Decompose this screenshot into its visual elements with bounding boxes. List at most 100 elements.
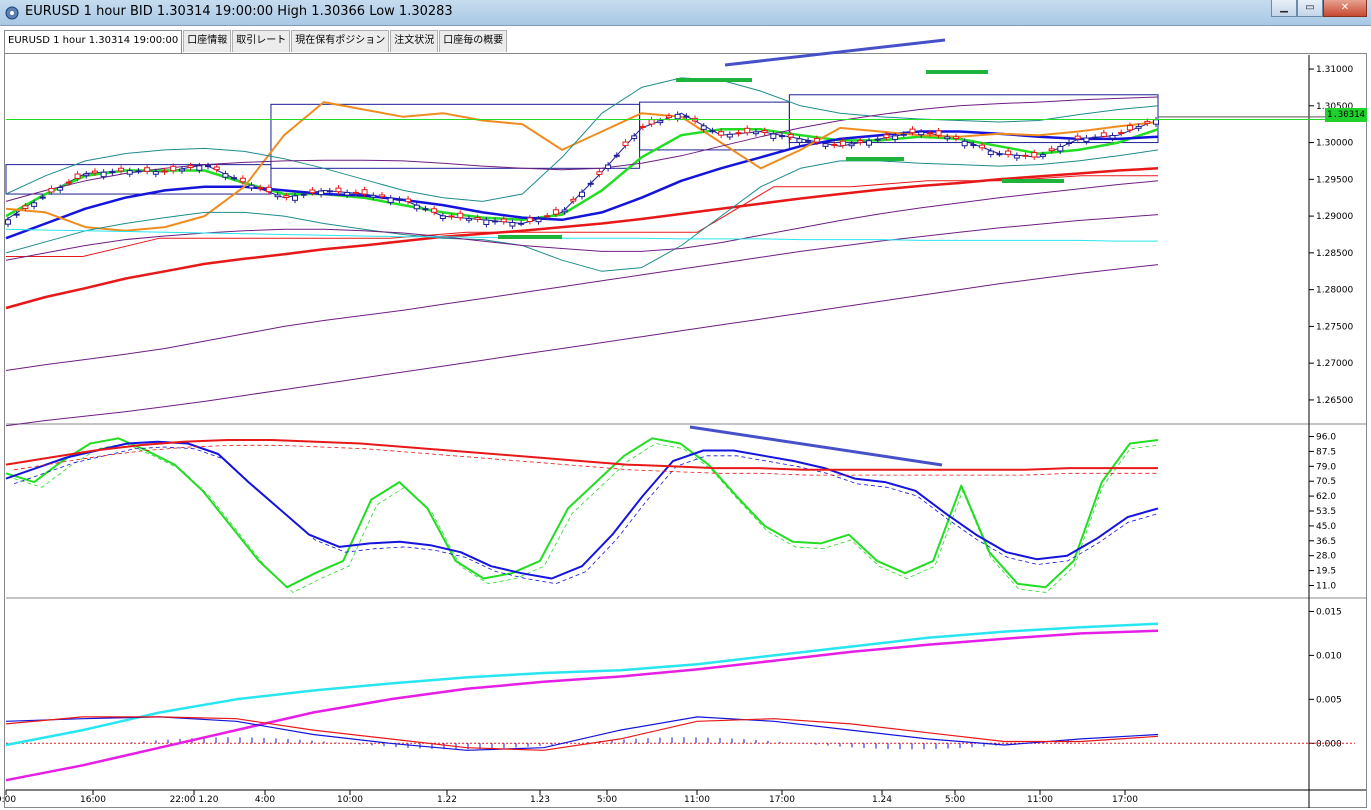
candle-body (892, 135, 899, 140)
candle-body (161, 170, 168, 173)
price-series-envelope-4 (5, 264, 1159, 427)
macd-series-0 (5, 622, 1159, 747)
time-tick-label: 1.22 (437, 795, 457, 805)
candle-body (979, 144, 986, 149)
price-tick-label: 1.27500 (1316, 322, 1353, 332)
time-tick-label: 17:00 (769, 795, 795, 805)
candle-body (648, 119, 655, 125)
candle-body (13, 213, 20, 216)
candle-body (1013, 154, 1020, 159)
candle-body (413, 204, 420, 210)
candle-body (779, 135, 786, 138)
candle-body (326, 190, 333, 193)
candle-body (952, 136, 959, 139)
candle-body (831, 143, 838, 146)
candle-body (613, 154, 620, 157)
stoch-tick-label: 11.0 (1316, 581, 1336, 591)
candle-body (500, 218, 507, 223)
candle-body (848, 143, 855, 147)
candle-body (300, 193, 307, 196)
time-tick-label: 17:00 (1112, 795, 1138, 805)
time-tick-label: 1.23 (530, 795, 550, 805)
candle-body (213, 166, 220, 171)
candle-body (518, 222, 525, 225)
candle-body (813, 138, 820, 143)
stoch-tick-label: 19.5 (1316, 567, 1336, 577)
time-tick-label: 4:00 (255, 795, 275, 805)
candle-body (674, 113, 681, 120)
price-tick-label: 1.28000 (1316, 286, 1353, 296)
candle-body (48, 187, 55, 193)
candle-body (439, 215, 446, 220)
candle-body (683, 115, 690, 118)
candle-body (718, 131, 725, 136)
chart-canvas[interactable]: 1.310001.305001.300001.295001.290001.285… (0, 0, 1371, 810)
candle-body (274, 194, 281, 198)
stoch-series-2 (5, 439, 1158, 471)
candle-body (1022, 154, 1029, 157)
stoch-tick-label: 96.0 (1316, 433, 1336, 443)
candle-body (874, 138, 881, 141)
candle-body (944, 136, 951, 140)
candle-body (222, 173, 229, 178)
current-price-tag: 1.30314 (1325, 108, 1367, 122)
candle-body (170, 165, 177, 172)
candle-body (109, 171, 116, 174)
candle-body (196, 165, 203, 171)
candle-body (883, 134, 890, 138)
candle-body (1066, 142, 1073, 145)
candle-body (961, 140, 968, 147)
candle-body (448, 215, 455, 218)
stoch-tick-label: 36.5 (1316, 537, 1336, 547)
candle-body (31, 202, 38, 207)
candle-body (1135, 126, 1142, 129)
time-tick-label: 11:00 (684, 795, 710, 805)
candle-body (1048, 148, 1055, 152)
candle-body (431, 208, 438, 213)
candle-body (309, 189, 316, 194)
candle-body (257, 187, 264, 190)
candle-body (283, 195, 290, 198)
stoch-tick-label: 70.5 (1316, 477, 1336, 487)
candle-body (987, 150, 994, 156)
time-tick-label: 5:00 (945, 795, 965, 805)
candle-body (1109, 135, 1116, 139)
candle-body (587, 182, 594, 185)
candle-body (239, 177, 246, 183)
stoch-tick-label: 45.0 (1316, 522, 1336, 532)
candle-body (866, 140, 872, 146)
candle-body (631, 135, 638, 140)
price-series-ma-mid (5, 130, 1159, 240)
candle-body (465, 217, 472, 221)
time-tick-label: 16:00 (80, 795, 106, 805)
candle-body (570, 198, 577, 202)
candle-body (387, 197, 394, 203)
price-tick-label: 1.30000 (1316, 139, 1353, 149)
candle-body (1118, 131, 1125, 134)
candle-body (152, 171, 159, 175)
candle-body (657, 120, 664, 124)
candle-body (900, 133, 907, 136)
candle-body (1005, 150, 1012, 156)
macd-tick-label: 0.000 (1316, 739, 1342, 749)
candle-body (665, 115, 672, 119)
candle-body (805, 139, 812, 142)
candle-body (535, 218, 542, 223)
candle-body (100, 171, 107, 178)
time-tick-label: 22:00 1.20 (170, 795, 219, 805)
stoch-tick-label: 53.5 (1316, 507, 1336, 517)
candle-body (579, 191, 585, 198)
candle-body (1092, 136, 1099, 139)
candle-body (1153, 119, 1159, 125)
price-tick-label: 1.29000 (1316, 212, 1353, 222)
macd-tick-label: 0.005 (1316, 695, 1342, 705)
candle-body (552, 209, 559, 215)
price-series-ma-fast (5, 128, 1159, 222)
range-box (639, 101, 790, 151)
trendline-annotation (724, 38, 946, 67)
candle-body (761, 130, 768, 133)
macd-tick-label: 0.010 (1316, 651, 1342, 661)
time-tick-label: 9:00 (0, 795, 16, 805)
stoch-tick-label: 28.0 (1316, 552, 1336, 562)
stoch-tick-label: 62.0 (1316, 492, 1336, 502)
